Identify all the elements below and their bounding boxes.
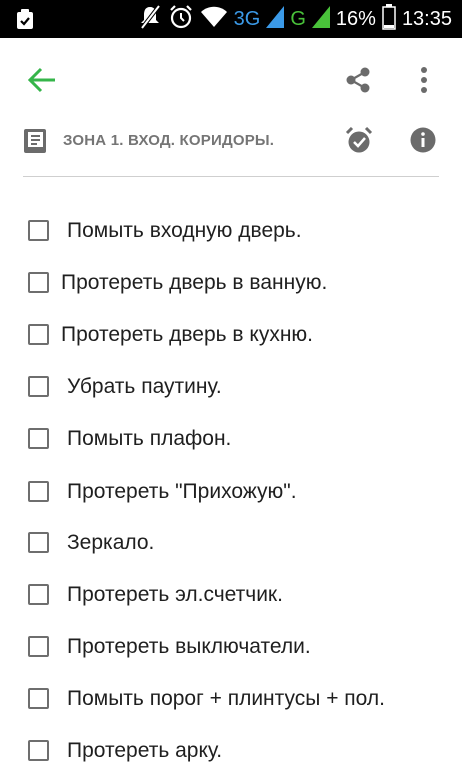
- checklist-item[interactable]: Протереть арку.: [0, 732, 462, 772]
- checkbox[interactable]: [28, 220, 49, 241]
- checklist-item-label: Протереть дверь в кухню.: [61, 323, 314, 346]
- checklist-item[interactable]: Зеркало.: [0, 524, 462, 564]
- checklist-item-label: Протереть арку.: [67, 739, 223, 762]
- app-toolbar: [0, 38, 462, 122]
- share-icon[interactable]: [344, 66, 372, 94]
- mute-icon: [138, 4, 162, 35]
- checklist-item[interactable]: Помыть плафон.: [0, 420, 462, 460]
- checkbox[interactable]: [28, 481, 49, 502]
- checklist-item-label: Зеркало.: [67, 531, 155, 554]
- signal-icon-2: [311, 5, 330, 33]
- zone-header: ЗОНА 1. ВХОД. КОРИДОРЫ.: [0, 122, 462, 178]
- checklist-item[interactable]: Протереть "Прихожую".: [0, 473, 462, 513]
- checklist-item-label: Протереть "Прихожую".: [67, 480, 297, 503]
- divider: [23, 176, 439, 177]
- checklist-item-label: Помыть входную дверь.: [67, 219, 302, 242]
- clipboard-check-icon: [14, 8, 36, 35]
- checkbox[interactable]: [28, 740, 49, 761]
- checkbox[interactable]: [28, 584, 49, 605]
- alarm-check-icon[interactable]: [344, 126, 374, 156]
- signal-icon: [266, 5, 285, 33]
- checklist-item-label: Помыть порог + плинтусы + пол.: [67, 687, 385, 710]
- info-icon[interactable]: [409, 126, 437, 154]
- checkbox[interactable]: [28, 324, 49, 345]
- book-icon: [23, 128, 47, 154]
- arrow-back-icon[interactable]: [26, 64, 58, 96]
- checkbox[interactable]: [28, 428, 49, 449]
- network-3g-label: 3G: [233, 7, 261, 30]
- alarm-clock-icon: [168, 4, 194, 35]
- checklist-item-label: Протереть дверь в ванную.: [61, 271, 328, 294]
- zone-title: ЗОНА 1. ВХОД. КОРИДОРЫ.: [63, 132, 275, 149]
- checkbox[interactable]: [28, 688, 49, 709]
- status-bar: 3G G 16% 13:35: [0, 0, 462, 38]
- checklist-item[interactable]: Протереть дверь в ванную.: [0, 264, 462, 304]
- checklist-item-label: Протереть эл.счетчик.: [67, 583, 283, 606]
- more-vert-icon[interactable]: [411, 64, 437, 96]
- checklist-item[interactable]: Убрать паутину.: [0, 368, 462, 408]
- wifi-icon: [200, 5, 228, 34]
- battery-icon: [382, 3, 396, 35]
- checklist-item[interactable]: Помыть порог + плинтусы + пол.: [0, 680, 462, 720]
- checklist-item[interactable]: Протереть выключатели.: [0, 628, 462, 668]
- battery-percent: 16%: [335, 7, 376, 30]
- checklist-item-label: Протереть выключатели.: [67, 635, 311, 658]
- checklist-item[interactable]: Протереть дверь в кухню.: [0, 316, 462, 356]
- checkbox[interactable]: [28, 532, 49, 553]
- checkbox[interactable]: [28, 272, 49, 293]
- checklist-item-label: Убрать паутину.: [67, 375, 222, 398]
- network-g-label: G: [290, 7, 306, 30]
- checkbox[interactable]: [28, 636, 49, 657]
- checklist-item[interactable]: Протереть эл.счетчик.: [0, 576, 462, 616]
- checklist-item-label: Помыть плафон.: [67, 427, 232, 450]
- checkbox[interactable]: [28, 376, 49, 397]
- clock: 13:35: [401, 7, 452, 30]
- checklist-item[interactable]: Помыть входную дверь.: [0, 212, 462, 252]
